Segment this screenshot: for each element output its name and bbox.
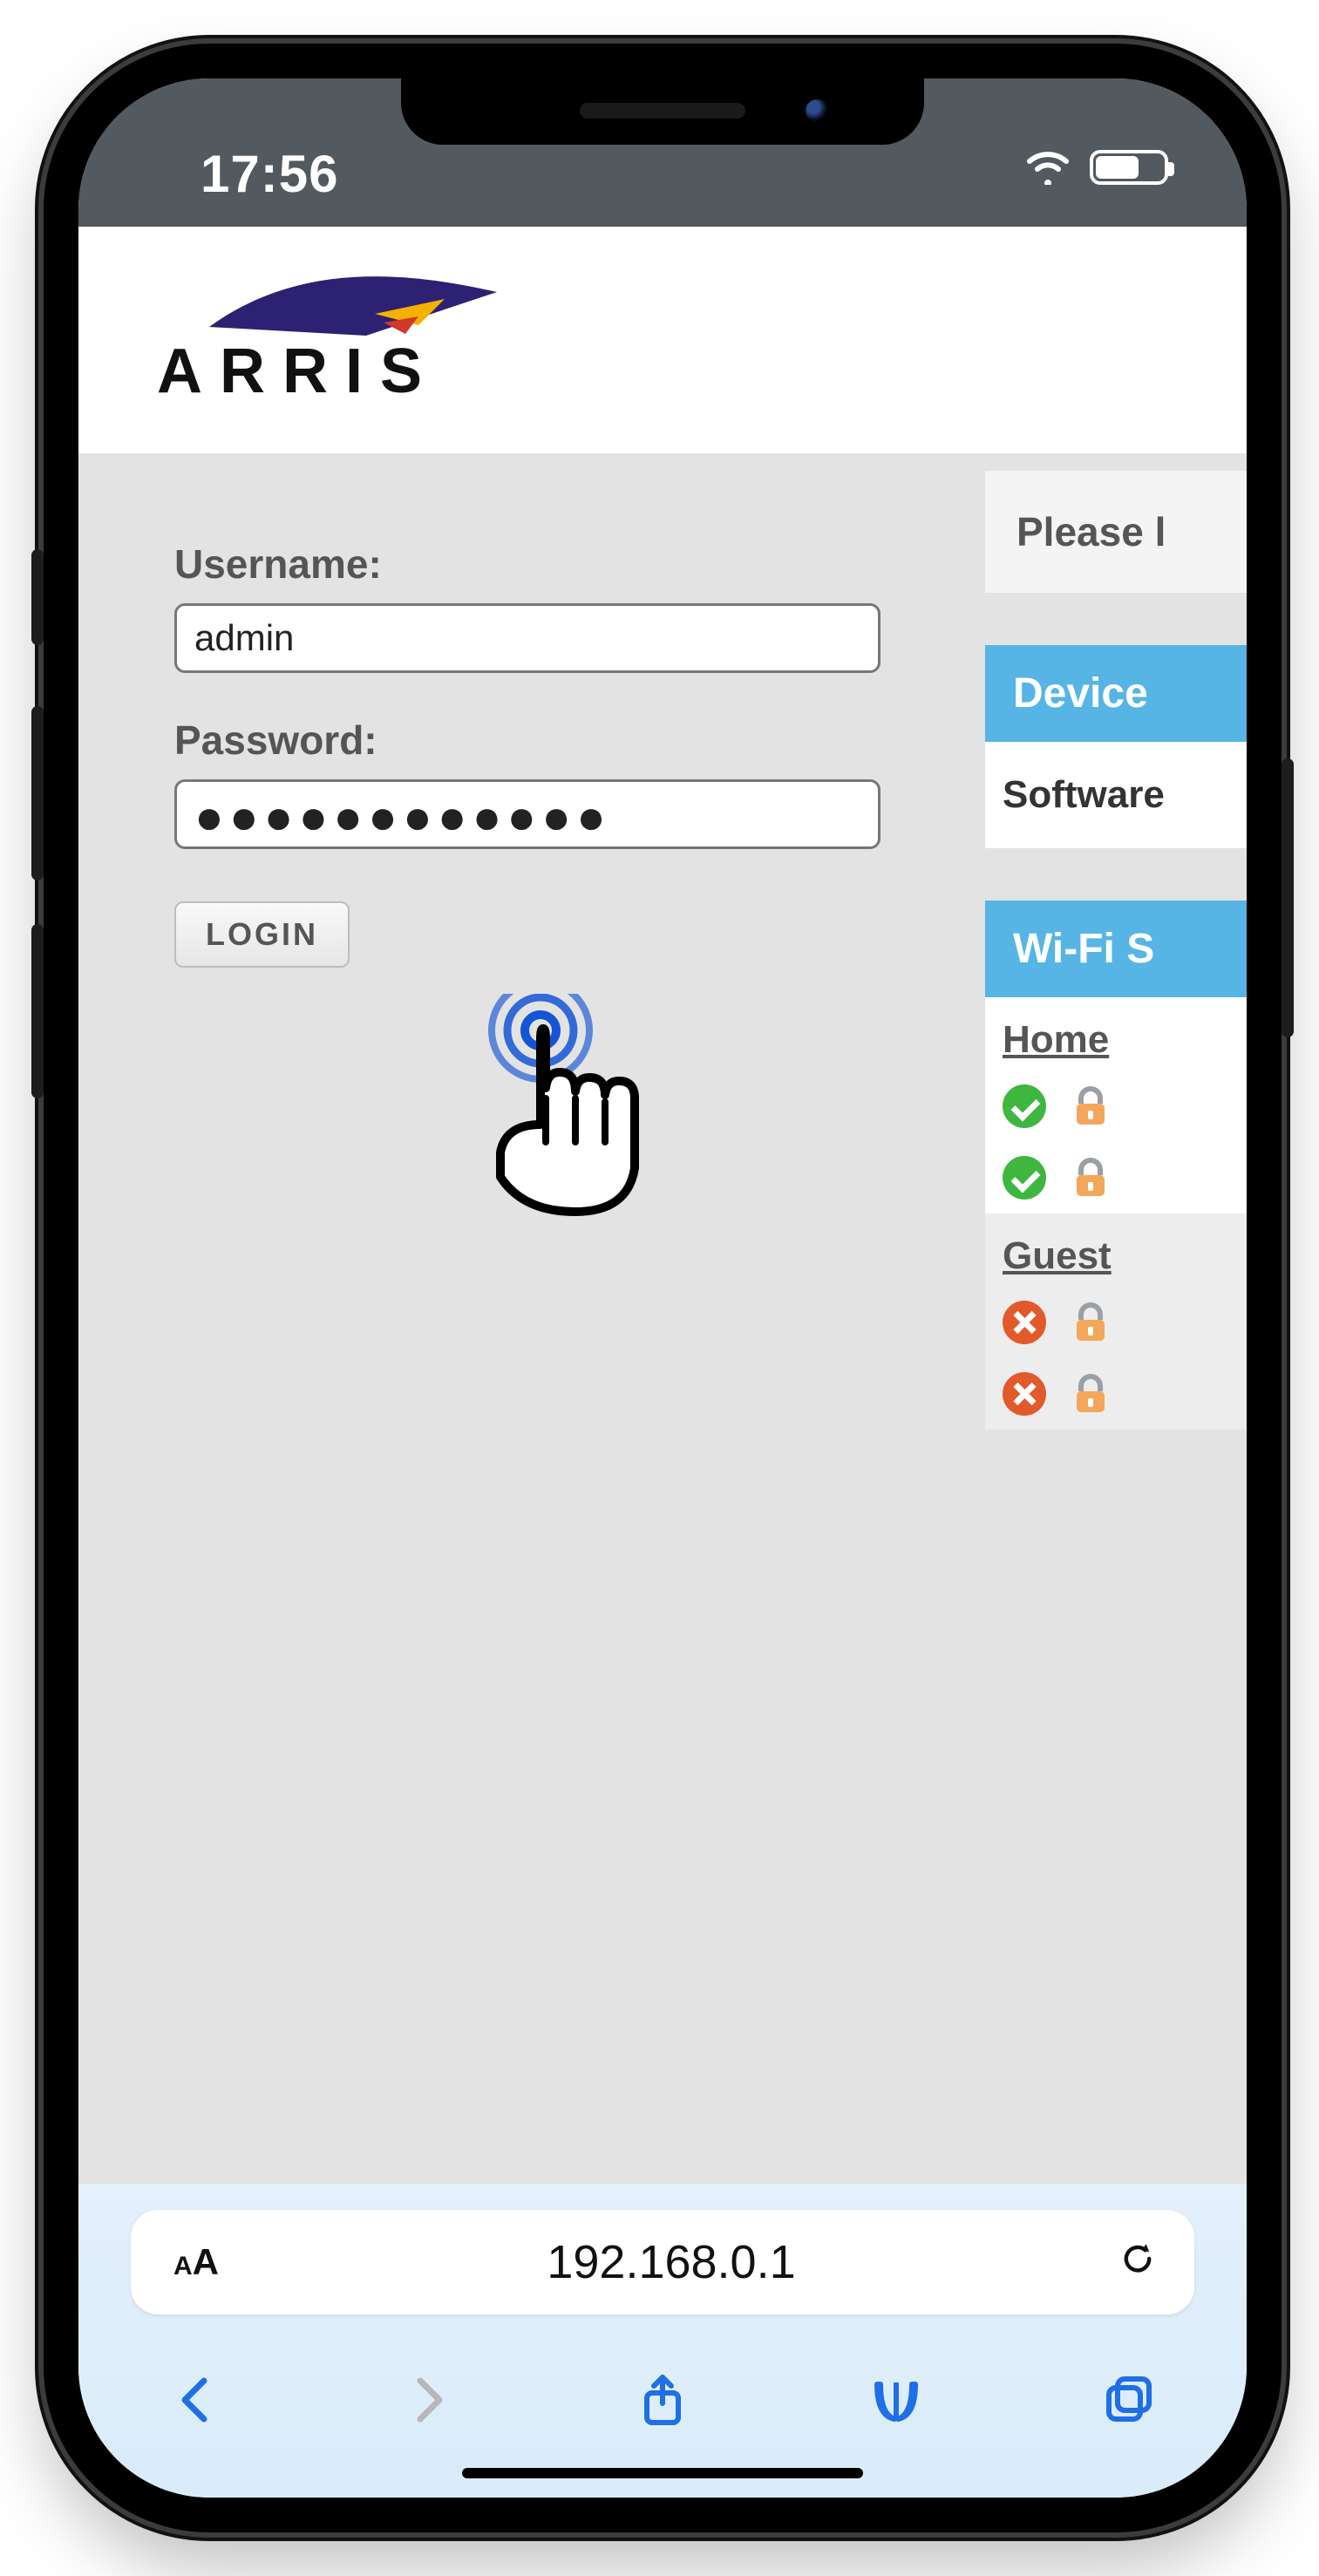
battery-icon [1090, 150, 1168, 185]
tap-cursor-overlay [462, 994, 654, 1220]
username-label: Username: [174, 540, 880, 588]
arris-logo: ARRIS [157, 275, 506, 405]
reader-aa-button[interactable]: AA [131, 2241, 262, 2283]
wifi-card-header: Wi-Fi S [985, 901, 1247, 997]
lock-icon [1069, 1301, 1112, 1344]
status-time: 17:56 [201, 144, 338, 204]
power-button [1282, 758, 1294, 1037]
wifi-guest-title[interactable]: Guest [985, 1213, 1247, 1287]
side-panel: Please l Device Software Wi-Fi S Home [985, 471, 1247, 2184]
bookmarks-button[interactable] [868, 2372, 924, 2432]
device-card: Device Software [985, 645, 1247, 848]
mute-switch [31, 549, 44, 645]
address-bar[interactable]: AA 192.168.0.1 [131, 2210, 1194, 2314]
please-login-banner: Please l [985, 471, 1247, 593]
wifi-home-row-2 [985, 1142, 1247, 1213]
status-disabled-icon [1003, 1301, 1046, 1344]
browser-toolbar [78, 2349, 1247, 2454]
volume-up-button [31, 706, 44, 880]
wifi-home-title[interactable]: Home [985, 997, 1247, 1071]
notch [401, 78, 924, 145]
front-camera [806, 99, 828, 122]
username-input[interactable] [174, 603, 880, 673]
login-form: Username: Password: LOGIN [174, 540, 880, 968]
status-enabled-icon [1003, 1084, 1046, 1128]
lock-icon [1069, 1084, 1112, 1128]
please-login-text: Please l [1016, 508, 1166, 555]
device-card-header: Device [985, 645, 1247, 742]
forward-button [401, 2372, 457, 2432]
address-url[interactable]: 192.168.0.1 [262, 2235, 1081, 2289]
back-button[interactable] [167, 2372, 223, 2432]
tabs-button[interactable] [1102, 2372, 1158, 2432]
password-input[interactable] [174, 779, 880, 849]
page-content: ARRIS Username: Password: LOGIN [78, 227, 1247, 2184]
browser-chrome: AA 192.168.0.1 [78, 2184, 1247, 2498]
wifi-home-row-1 [985, 1071, 1247, 1142]
wifi-guest-row-1 [985, 1287, 1247, 1358]
software-row[interactable]: Software [985, 742, 1247, 848]
password-label: Password: [174, 717, 880, 764]
wifi-icon [1025, 150, 1071, 185]
volume-down-button [31, 924, 44, 1098]
status-disabled-icon [1003, 1372, 1046, 1416]
lock-icon [1069, 1156, 1112, 1200]
home-indicator[interactable] [462, 2468, 863, 2478]
speaker-grille [580, 103, 745, 119]
login-button[interactable]: LOGIN [174, 901, 350, 968]
lock-icon [1069, 1372, 1112, 1416]
wifi-card: Wi-Fi S Home [985, 901, 1247, 1430]
status-enabled-icon [1003, 1156, 1046, 1200]
wifi-guest-row-2 [985, 1358, 1247, 1430]
reload-button[interactable] [1081, 2235, 1194, 2289]
brand-header: ARRIS [78, 227, 1247, 453]
share-button[interactable] [635, 2372, 690, 2432]
phone-frame: 17:56 [44, 44, 1282, 2532]
svg-text:ARRIS: ARRIS [157, 336, 439, 405]
